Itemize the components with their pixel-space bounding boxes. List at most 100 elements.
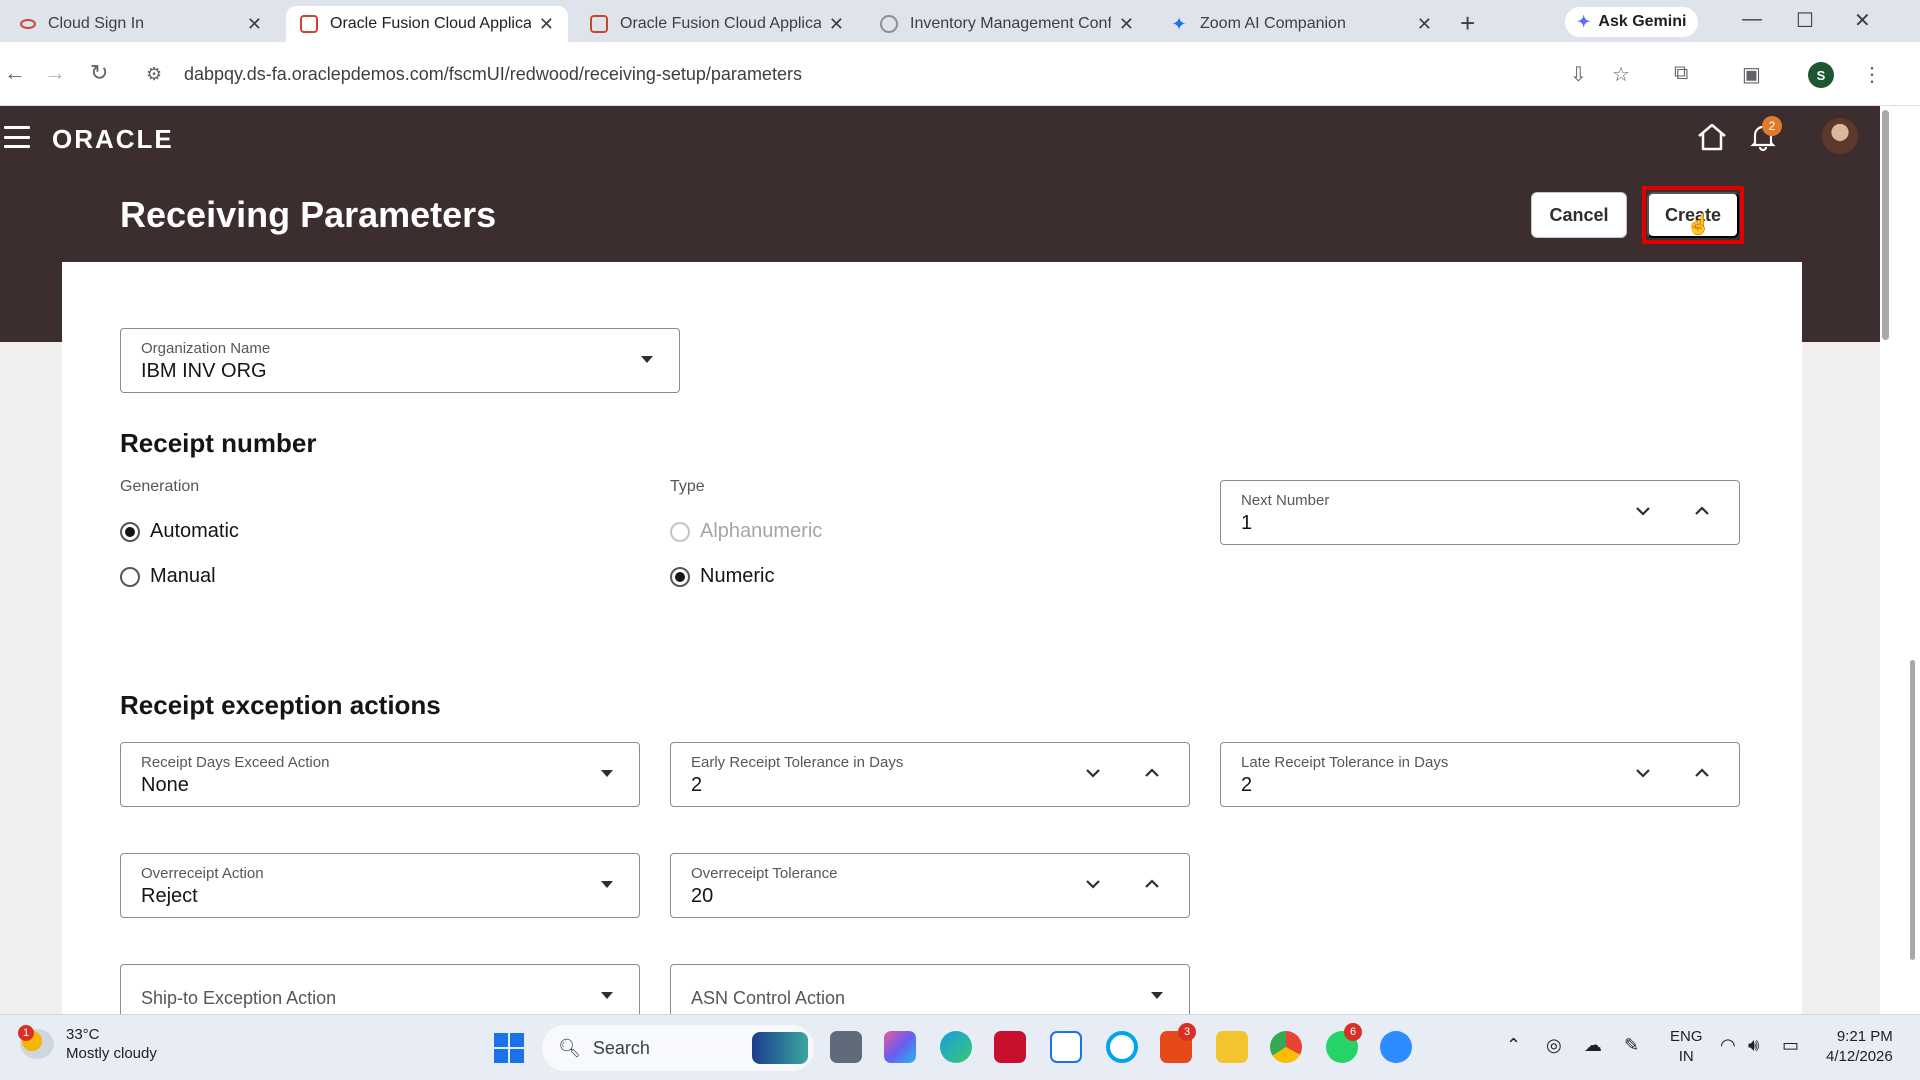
hand-cursor-icon: ☝ bbox=[1686, 214, 1711, 236]
tab-zoom-ai-companion[interactable]: ✦ Zoom AI Companion ✕ bbox=[1156, 6, 1446, 42]
field-label: Early Receipt Tolerance in Days bbox=[691, 754, 904, 771]
edge-browser-icon[interactable] bbox=[940, 1031, 972, 1063]
type-label: Type bbox=[670, 478, 705, 495]
ask-gemini-button[interactable]: ✦ Ask Gemini bbox=[1565, 7, 1699, 37]
chevron-down-icon[interactable] bbox=[1632, 500, 1654, 522]
clock-date: 4/12/2026 bbox=[1826, 1048, 1893, 1065]
office-badge: 3 bbox=[1178, 1023, 1196, 1041]
tab-inventory-management[interactable]: Inventory Management Config ✕ bbox=[866, 6, 1148, 42]
tab-cloud-sign-in[interactable]: Cloud Sign In ✕ bbox=[6, 6, 276, 42]
pen-input-icon[interactable]: ✎ bbox=[1624, 1035, 1639, 1056]
organization-name-select[interactable]: Organization Name IBM INV ORG bbox=[120, 328, 680, 393]
chevron-up-icon[interactable] bbox=[1141, 873, 1163, 895]
task-view-icon[interactable] bbox=[830, 1031, 862, 1063]
browser-toolbar: ← → ↻ ⚙ dabpqy.ds-fa.oraclepdemos.com/fs… bbox=[0, 42, 1920, 106]
tray-chevron-up-icon[interactable]: ⌃ bbox=[1506, 1035, 1521, 1056]
minimize-icon[interactable]: — bbox=[1742, 8, 1762, 31]
forward-icon[interactable]: → bbox=[44, 60, 66, 86]
chrome-icon[interactable] bbox=[1270, 1031, 1302, 1063]
file-explorer-icon[interactable] bbox=[1216, 1031, 1248, 1063]
back-icon[interactable]: ← bbox=[4, 60, 26, 86]
zoom-icon[interactable] bbox=[1380, 1031, 1412, 1063]
extensions-icon[interactable]: ⧉ bbox=[1674, 62, 1688, 85]
windows-start-icon[interactable] bbox=[494, 1033, 524, 1063]
early-receipt-tolerance-stepper[interactable]: Early Receipt Tolerance in Days 2 bbox=[670, 742, 1190, 807]
asn-control-action-select[interactable]: ASN Control Action bbox=[670, 964, 1190, 1014]
field-placeholder: Ship-to Exception Action bbox=[141, 988, 337, 1008]
tab-title: Oracle Fusion Cloud Applicati bbox=[620, 15, 821, 32]
home-icon[interactable] bbox=[1696, 122, 1728, 152]
dropdown-caret-icon bbox=[601, 881, 613, 888]
radio-numeric[interactable]: Numeric bbox=[670, 565, 774, 588]
notification-count-badge: 2 bbox=[1762, 116, 1782, 136]
system-clock[interactable]: 9:21 PM 4/12/2026 bbox=[1826, 1027, 1893, 1067]
late-receipt-tolerance-stepper[interactable]: Late Receipt Tolerance in Days 2 bbox=[1220, 742, 1740, 807]
address-bar[interactable]: ⚙ dabpqy.ds-fa.oraclepdemos.com/fscmUI/r… bbox=[138, 52, 1638, 96]
copilot-icon[interactable] bbox=[884, 1031, 916, 1063]
close-icon[interactable]: ✕ bbox=[1417, 14, 1432, 35]
user-avatar[interactable] bbox=[1822, 118, 1858, 154]
field-label: Late Receipt Tolerance in Days bbox=[1241, 754, 1449, 771]
page-scrollbar-thumb[interactable] bbox=[1910, 660, 1915, 960]
search-placeholder: Search bbox=[592, 1037, 650, 1058]
bookmark-star-icon[interactable]: ☆ bbox=[1612, 62, 1630, 87]
weather-widget[interactable]: 1 33°C Mostly cloudy bbox=[18, 1025, 157, 1063]
input-language[interactable]: ENG IN bbox=[1670, 1027, 1703, 1067]
maximize-icon[interactable]: ☐ bbox=[1796, 8, 1814, 33]
mcafee-icon[interactable] bbox=[994, 1031, 1026, 1063]
side-panel-icon[interactable]: ▣ bbox=[1742, 62, 1761, 87]
app-scrollbar-thumb[interactable] bbox=[1882, 110, 1889, 340]
language-region: IN bbox=[1678, 1048, 1694, 1065]
tab-oracle-fusion[interactable]: Oracle Fusion Cloud Applicati ✕ bbox=[576, 6, 858, 42]
volume-icon[interactable]: 🔊︎ bbox=[1748, 1035, 1759, 1056]
new-tab-button[interactable]: + bbox=[1460, 8, 1475, 39]
chevron-up-icon[interactable] bbox=[1691, 762, 1713, 784]
ship-to-exception-action-select[interactable]: Ship-to Exception Action bbox=[120, 964, 640, 1014]
radio-unselected-icon bbox=[670, 521, 690, 542]
radio-label: Automatic bbox=[150, 520, 239, 542]
taskbar-search-box[interactable]: 🔍︎ Search bbox=[542, 1025, 814, 1071]
profile-avatar[interactable]: S bbox=[1808, 62, 1834, 88]
oracle-icon bbox=[590, 15, 608, 33]
tab-oracle-fusion-active[interactable]: Oracle Fusion Cloud Applicati ✕ bbox=[286, 6, 568, 42]
tab-title: Oracle Fusion Cloud Applicati bbox=[330, 15, 531, 32]
tab-title: Inventory Management Config bbox=[910, 15, 1111, 32]
chevron-down-icon[interactable] bbox=[1082, 873, 1104, 895]
microsoft-store-icon[interactable] bbox=[1050, 1031, 1082, 1063]
page-title: Receiving Parameters bbox=[120, 194, 497, 235]
field-label: Receipt Days Exceed Action bbox=[141, 754, 330, 771]
tab-title: Zoom AI Companion bbox=[1200, 15, 1346, 32]
chevron-down-icon[interactable] bbox=[1632, 762, 1654, 784]
sparkle-icon: ✦ bbox=[1171, 13, 1187, 34]
receipt-days-exceed-action-select[interactable]: Receipt Days Exceed Action None bbox=[120, 742, 640, 807]
dropdown-caret-icon bbox=[601, 770, 613, 777]
close-icon[interactable]: ✕ bbox=[539, 14, 554, 35]
field-value: 2 bbox=[691, 774, 703, 796]
radio-alphanumeric[interactable]: Alphanumeric bbox=[670, 520, 822, 543]
field-placeholder: ASN Control Action bbox=[691, 988, 846, 1008]
close-icon[interactable]: ✕ bbox=[247, 14, 262, 35]
window-close-icon[interactable]: ✕ bbox=[1854, 8, 1871, 33]
tray-app-icon[interactable]: ◎ bbox=[1546, 1035, 1562, 1056]
overreceipt-action-select[interactable]: Overreceipt Action Reject bbox=[120, 853, 640, 918]
battery-icon[interactable]: ▭ bbox=[1782, 1035, 1799, 1056]
onedrive-icon[interactable]: ☁ bbox=[1584, 1035, 1602, 1056]
radio-label: Alphanumeric bbox=[700, 520, 823, 542]
next-number-stepper[interactable]: Next Number 1 bbox=[1220, 480, 1740, 545]
wifi-icon[interactable]: ◠ bbox=[1720, 1035, 1736, 1056]
overreceipt-tolerance-stepper[interactable]: Overreceipt Tolerance 20 bbox=[670, 853, 1190, 918]
cortana-icon[interactable] bbox=[1106, 1031, 1138, 1063]
cancel-button[interactable]: Cancel bbox=[1531, 192, 1627, 238]
install-app-icon[interactable]: ⇩ bbox=[1570, 62, 1587, 87]
hamburger-menu-icon[interactable] bbox=[4, 126, 30, 148]
close-icon[interactable]: ✕ bbox=[829, 14, 844, 35]
menu-kebab-icon[interactable]: ⋮ bbox=[1862, 62, 1882, 87]
radio-manual[interactable]: Manual bbox=[120, 565, 216, 588]
reload-icon[interactable]: ↻ bbox=[90, 60, 108, 86]
radio-automatic[interactable]: Automatic bbox=[120, 520, 239, 543]
chevron-up-icon[interactable] bbox=[1141, 762, 1163, 784]
site-settings-icon[interactable]: ⚙ bbox=[146, 64, 168, 85]
close-icon[interactable]: ✕ bbox=[1119, 14, 1134, 35]
chevron-down-icon[interactable] bbox=[1082, 762, 1104, 784]
chevron-up-icon[interactable] bbox=[1691, 500, 1713, 522]
